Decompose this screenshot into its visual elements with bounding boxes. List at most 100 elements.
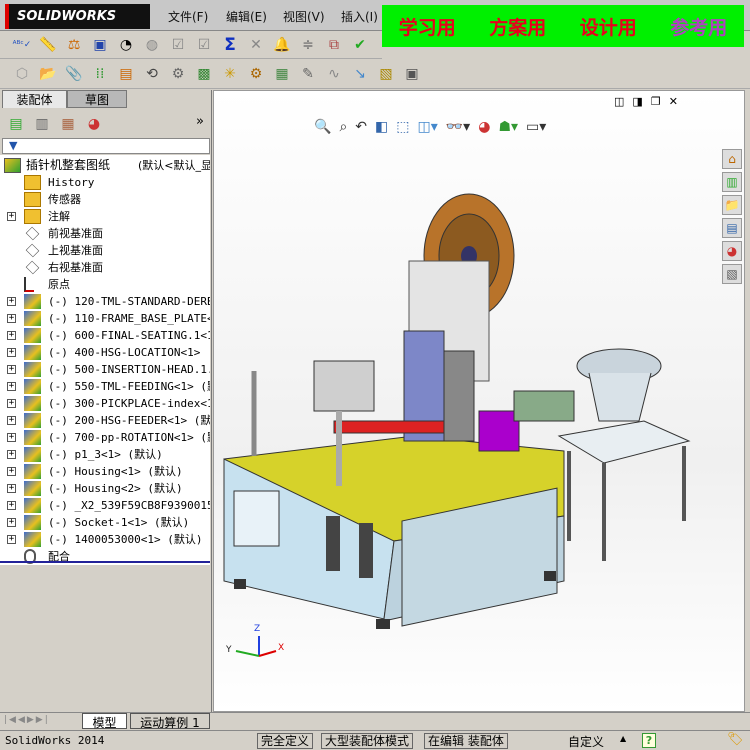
clearance-icon[interactable]: ◍ (142, 35, 162, 55)
tree-item[interactable]: + (-) 700-pp-ROTATION<1> (默 (0, 429, 210, 446)
tree-item[interactable]: History (0, 174, 210, 191)
tree-item[interactable]: 上视基准面 (0, 242, 210, 259)
expand-icon[interactable]: + (7, 518, 16, 527)
expand-icon[interactable]: + (7, 416, 16, 425)
assembly-model (223, 193, 691, 657)
tab-motion-study[interactable]: 运动算例 1 (130, 713, 210, 730)
spline-icon[interactable]: ∿ (324, 64, 344, 84)
window-icon[interactable]: ▣ (402, 64, 422, 84)
tree-item[interactable]: + (-) p1_3<1> (默认) (0, 446, 210, 463)
expand-icon[interactable]: + (7, 535, 16, 544)
tree-item[interactable]: + (-) 500-INSERTION-HEAD.1. (0, 361, 210, 378)
help-button[interactable]: ? (642, 733, 656, 748)
subassembly-icon (24, 430, 41, 445)
status-units[interactable]: 自定义 (568, 733, 604, 750)
annotation-icon (24, 209, 41, 224)
pattern-icon[interactable]: ⁞⁞ (90, 64, 110, 84)
configuration-manager-icon[interactable]: ▦ (58, 114, 78, 134)
tree-item[interactable]: + (-) Housing<2> (默认) (0, 480, 210, 497)
move-component-icon[interactable]: ⟲ (142, 64, 162, 84)
expand-icon[interactable]: + (7, 501, 16, 510)
filter-input[interactable]: ▼ (2, 138, 210, 154)
sum-icon[interactable]: Σ (220, 35, 240, 55)
expand-icon[interactable]: + (7, 467, 16, 476)
sketch-icon[interactable]: ✎ (298, 64, 318, 84)
expand-icon[interactable]: + (7, 314, 16, 323)
menu-edit[interactable]: 编辑(E) (226, 8, 267, 25)
display-manager-icon[interactable]: ◕ (84, 114, 104, 134)
menu-view[interactable]: 视图(V) (283, 8, 325, 25)
expand-icon[interactable]: + (7, 297, 16, 306)
performance-icon[interactable]: ◔ (116, 35, 136, 55)
tree-item[interactable]: + (-) 120-TML-STANDARD-DERB (0, 293, 210, 310)
spell-check-icon[interactable]: ᴬᴮᶜ✓ (12, 35, 32, 55)
tree-item[interactable]: + (-) Socket-1<1> (默认) (0, 514, 210, 531)
status-large-assembly: 大型装配体模式 (321, 733, 414, 749)
reference-geometry-icon[interactable]: ✳ (220, 64, 240, 84)
compare-icon[interactable]: ⧉ (324, 35, 344, 55)
checkbox-icon[interactable]: ☑ (168, 35, 188, 55)
smart-fastener-icon[interactable]: ▤ (116, 64, 136, 84)
interference-icon[interactable]: ✕ (246, 35, 266, 55)
tree-item[interactable]: 原点 (0, 276, 210, 293)
tree-item-label: (-) Housing<2> (默认) (48, 482, 183, 495)
warning-bell-icon[interactable]: 🔔 (272, 35, 292, 55)
assembly-features-icon[interactable]: ⚙ (168, 64, 188, 84)
expand-icon[interactable]: + (7, 212, 16, 221)
expand-icon[interactable]: + (7, 365, 16, 374)
tree-item[interactable]: + (-) 400-HSG-LOCATION<1> (0, 344, 210, 361)
tree-item[interactable]: 传感器 (0, 191, 210, 208)
expand-icon[interactable]: + (7, 484, 16, 493)
tree-item[interactable]: + 注解 (0, 208, 210, 225)
tree-item-label: 上视基准面 (48, 244, 103, 257)
mate-icon[interactable]: 📎 (64, 64, 84, 84)
expand-button[interactable]: » (196, 114, 204, 134)
tab-assembly[interactable]: 装配体 (2, 90, 67, 108)
section-properties-icon[interactable]: ▣ (90, 35, 110, 55)
component-icon[interactable]: ⬡ (12, 64, 32, 84)
up-arrow-icon[interactable]: ▲ (620, 734, 626, 743)
tab-scroll-buttons[interactable]: |◀◀▶▶| (4, 715, 50, 725)
motion-icon[interactable]: ⚙ (246, 64, 266, 84)
explode-icon[interactable]: ▩ (194, 64, 214, 84)
insert-component-icon[interactable]: 📂 (38, 64, 58, 84)
expand-icon[interactable]: + (7, 433, 16, 442)
tree-item[interactable]: 右视基准面 (0, 259, 210, 276)
tree-item[interactable]: + (-) 550-TML-FEEDING<1> (默 (0, 378, 210, 395)
tree-item-label: (-) 1400053000<1> (默认) (48, 533, 203, 546)
tree-item[interactable]: + (-) 200-HSG-FEEDER<1> (默 (0, 412, 210, 429)
feature-manager-icon[interactable]: ▤ (6, 114, 26, 134)
tree-item[interactable]: + (-) 110-FRAME_BASE_PLATE< (0, 310, 210, 327)
check-icon[interactable]: ✔ (350, 35, 370, 55)
tree-item-label: (-) p1_3<1> (默认) (48, 448, 163, 461)
tab-sketch[interactable]: 草图 (67, 90, 127, 108)
tolerance-icon[interactable]: ↘ (350, 64, 370, 84)
property-manager-icon[interactable]: ▥ (32, 114, 52, 134)
tree-item-label: 注解 (48, 210, 70, 223)
measure-icon[interactable]: 📏 (38, 35, 58, 55)
tree-root[interactable]: 插针机整套图纸 (默认<默认_显 (0, 157, 210, 174)
menu-file[interactable]: 文件(F) (168, 8, 208, 25)
checkbox-icon-2[interactable]: ☑ (194, 35, 214, 55)
snapshot-icon[interactable]: ▧ (376, 64, 396, 84)
graphics-area[interactable]: 🔍 ⌕ ↶ ◧ ⬚ ◫▾ 👓▾ ◕ ☗▾ ▭▾ ◫ ◨ ❐ ✕ ⌂ ▥ 📁 ▤ … (213, 90, 745, 712)
tag-icon[interactable]: 🏷 (727, 732, 744, 747)
tree-item[interactable]: + (-) 600-FINAL-SEATING.1<1 (0, 327, 210, 344)
expand-icon[interactable]: + (7, 331, 16, 340)
expand-icon[interactable]: + (7, 382, 16, 391)
tree-item[interactable]: + (-) _X2_539F59CB8F9390015 (0, 497, 210, 514)
mass-properties-icon[interactable]: ⚖ (64, 35, 84, 55)
align-icon[interactable]: ≑ (298, 35, 318, 55)
tree-item[interactable]: 前视基准面 (0, 225, 210, 242)
menu-insert[interactable]: 插入(I) (341, 8, 378, 25)
expand-icon[interactable]: + (7, 450, 16, 459)
tree-item[interactable]: + (-) 300-PICKPLACE-index<1 (0, 395, 210, 412)
subassembly-icon (24, 515, 41, 530)
tree-item[interactable]: + (-) 1400053000<1> (默认) (0, 531, 210, 548)
bom-icon[interactable]: ▦ (272, 64, 292, 84)
expand-icon[interactable]: + (7, 399, 16, 408)
solidworks-logo[interactable]: SOLIDWORKS (5, 4, 150, 29)
tab-model[interactable]: 模型 (82, 713, 127, 730)
tree-item[interactable]: + (-) Housing<1> (默认) (0, 463, 210, 480)
expand-icon[interactable]: + (7, 348, 16, 357)
